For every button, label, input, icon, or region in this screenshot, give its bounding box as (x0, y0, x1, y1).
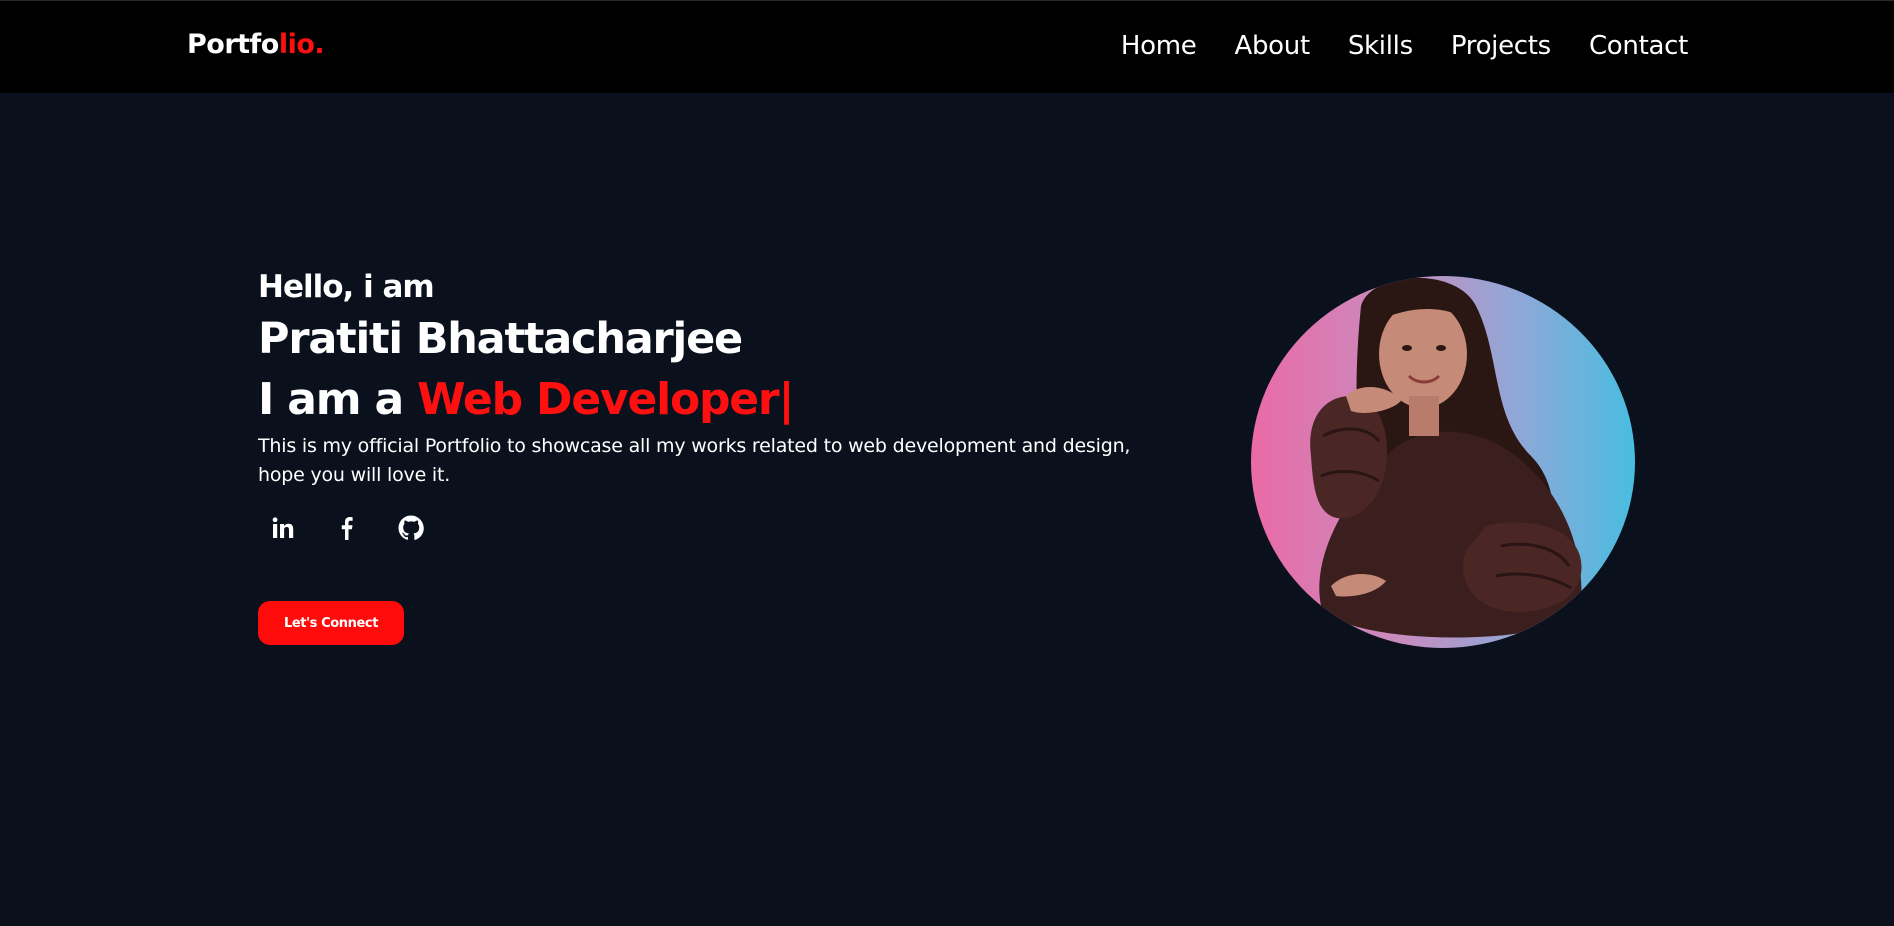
github-link[interactable] (391, 508, 431, 548)
navbar: Portfolio. Home About Skills Projects Co… (0, 0, 1894, 93)
hero-description: This is my official Portfolio to showcas… (258, 435, 1131, 486)
role-prefix: I am a (258, 374, 418, 425)
brand-logo[interactable]: Portfolio. (187, 29, 325, 60)
hero-role-line: I am a Web Developer| (258, 370, 1158, 430)
nav-link-about[interactable]: About (1234, 31, 1310, 61)
facebook-icon (336, 516, 358, 540)
role-text: Web Developer (417, 374, 779, 425)
hero-name: Pratiti Bhattacharjee (258, 314, 743, 364)
hero-section: Hello, i am Pratiti Bhattacharjee I am a… (258, 266, 1158, 548)
lets-connect-button[interactable]: Let's Connect (258, 601, 404, 645)
linkedin-link[interactable] (263, 508, 303, 548)
github-icon (398, 515, 424, 541)
brand-accent-text: lio. (278, 29, 325, 60)
brand-text: Portfo (187, 29, 279, 60)
facebook-link[interactable] (327, 508, 367, 548)
typing-cursor: | (778, 374, 794, 425)
social-links (263, 508, 1158, 548)
nav-link-projects[interactable]: Projects (1451, 31, 1551, 61)
nav-menu: Home About Skills Projects Contact (1121, 31, 1688, 61)
nav-link-contact[interactable]: Contact (1589, 31, 1688, 61)
nav-link-home[interactable]: Home (1121, 31, 1197, 61)
linkedin-icon (271, 516, 295, 540)
hero-greeting: Hello, i am (258, 269, 435, 305)
nav-link-skills[interactable]: Skills (1348, 31, 1413, 61)
profile-photo (1251, 276, 1635, 648)
